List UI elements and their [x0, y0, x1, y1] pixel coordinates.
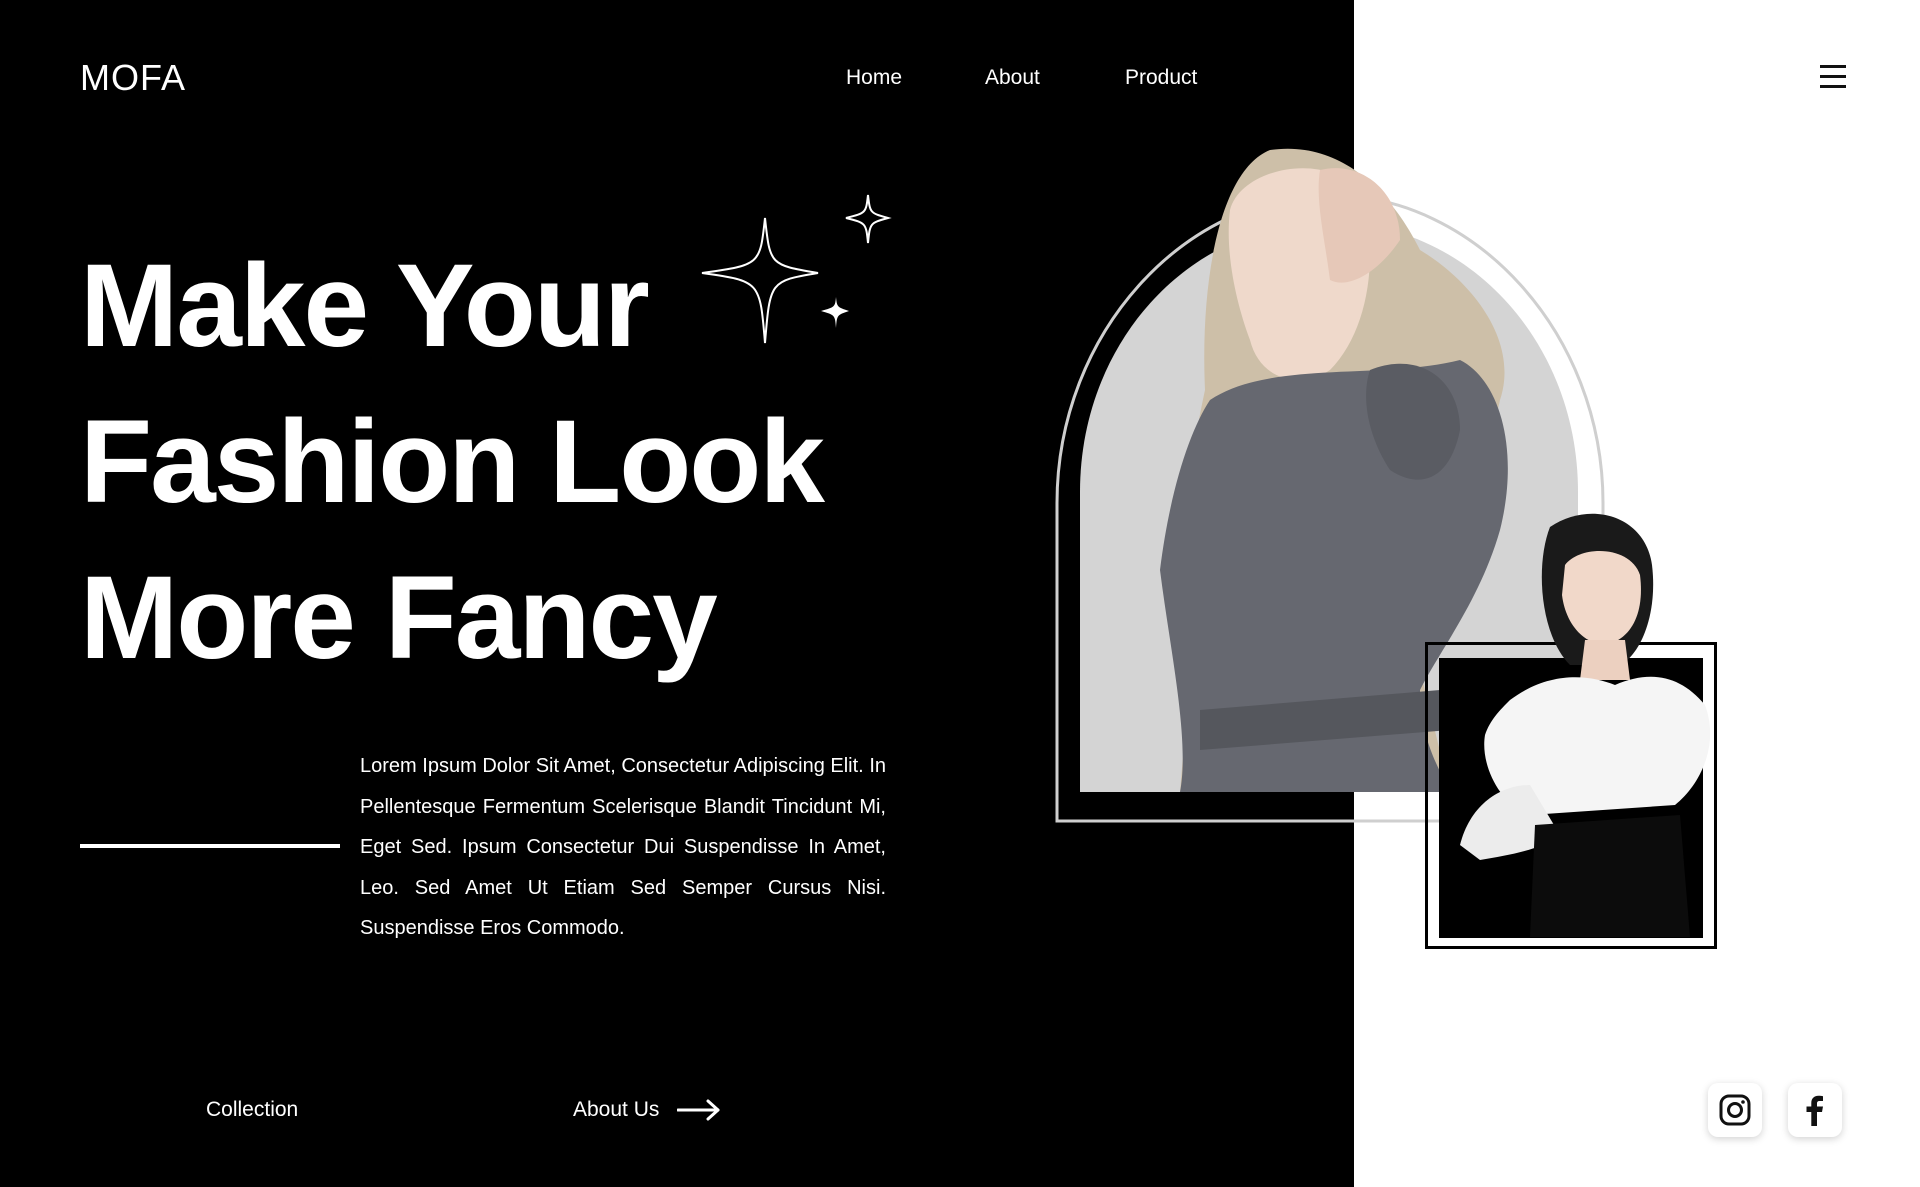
- facebook-glyph: [1806, 1095, 1823, 1126]
- about-us-label: About Us: [573, 1098, 660, 1121]
- nav-item-about[interactable]: About: [985, 64, 1040, 92]
- facebook-icon[interactable]: [1788, 1083, 1842, 1137]
- brand-logo[interactable]: MOFA: [80, 56, 186, 100]
- collection-link[interactable]: Collection: [206, 1096, 298, 1124]
- instagram-glyph: [1719, 1094, 1751, 1126]
- model-photo-secondary: [1460, 513, 1711, 937]
- nav-item-product[interactable]: Product: [1125, 64, 1197, 92]
- hero-description: Lorem Ipsum Dolor Sit Amet, Consectetur …: [360, 755, 886, 939]
- headline-line-3: More Fancy: [80, 552, 718, 684]
- arrow-right-icon: [677, 1099, 720, 1121]
- headline-line-2: Fashion Look: [80, 396, 825, 528]
- sparkles-icon: [701, 194, 892, 344]
- hamburger-menu-icon[interactable]: [1818, 62, 1848, 90]
- nav-item-home[interactable]: Home: [846, 64, 902, 92]
- hero-divider: [80, 844, 340, 848]
- about-us-link[interactable]: About Us: [573, 1096, 721, 1124]
- instagram-icon[interactable]: [1708, 1083, 1762, 1137]
